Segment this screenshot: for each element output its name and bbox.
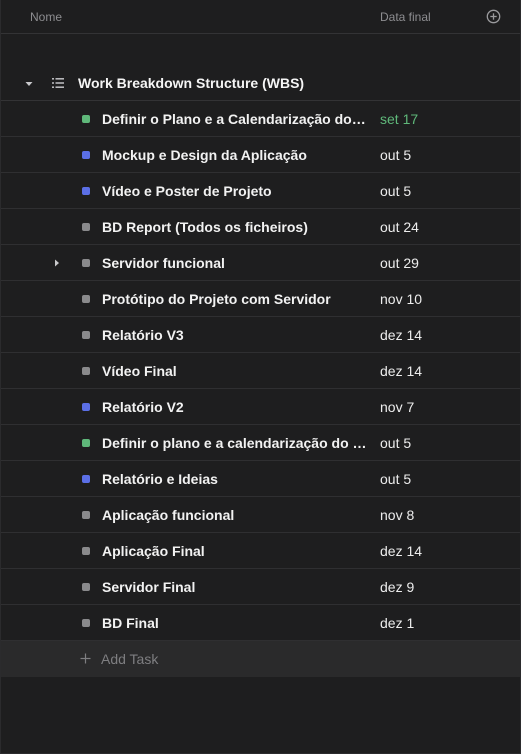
task-status-dot (82, 115, 90, 123)
caret-down-icon[interactable] (24, 79, 34, 89)
task-row[interactable]: Aplicação Final dez 14 (1, 533, 520, 569)
task-due-date[interactable]: dez 9 (380, 579, 414, 595)
task-name-cell[interactable]: Aplicação funcional (69, 497, 370, 532)
task-name[interactable]: Servidor funcional (102, 255, 368, 271)
task-name-cell[interactable]: Relatório V3 (69, 317, 370, 352)
task-due-date[interactable]: nov 10 (380, 291, 422, 307)
task-name[interactable]: Vídeo e Poster de Projeto (102, 183, 368, 199)
task-rows: Definir o Plano e a Calendarização do pr… (1, 101, 520, 641)
task-row[interactable]: BD Final dez 1 (1, 605, 520, 641)
task-status-dot (82, 331, 90, 339)
task-name[interactable]: Servidor Final (102, 579, 368, 595)
task-name-cell[interactable]: Relatório V2 (69, 389, 370, 424)
task-status-dot (82, 151, 90, 159)
task-name[interactable]: Relatório V2 (102, 399, 368, 415)
task-due-date[interactable]: set 17 (380, 111, 418, 127)
task-status-dot (82, 547, 90, 555)
task-due-date[interactable]: out 5 (380, 147, 411, 163)
task-due-date[interactable]: nov 8 (380, 507, 414, 523)
plus-circle-icon[interactable] (486, 9, 501, 24)
task-row[interactable]: Definir o Plano e a Calendarização do pr… (1, 101, 520, 137)
task-status-dot (82, 223, 90, 231)
task-name-cell[interactable]: Servidor funcional (69, 245, 370, 280)
task-name[interactable]: Aplicação Final (102, 543, 368, 559)
task-row[interactable]: BD Report (Todos os ficheiros) out 24 (1, 209, 520, 245)
task-name[interactable]: Relatório e Ideias (102, 471, 368, 487)
task-status-dot (82, 439, 90, 447)
task-due-date[interactable]: dez 14 (380, 543, 422, 559)
task-due-date[interactable]: out 5 (380, 183, 411, 199)
task-name[interactable]: Protótipo do Projeto com Servidor (102, 291, 368, 307)
task-name[interactable]: Definir o Plano e a Calendarização do pr… (102, 111, 368, 127)
due-date-column-header[interactable]: Data final (380, 10, 431, 24)
task-list-panel: Nome Data final Work Breakdown Structure… (0, 0, 521, 754)
task-name-cell[interactable]: Servidor Final (69, 569, 370, 604)
task-name[interactable]: Relatório V3 (102, 327, 368, 343)
task-name-cell[interactable]: Aplicação Final (69, 533, 370, 568)
task-due-date[interactable]: out 5 (380, 435, 411, 451)
task-due-date[interactable]: out 29 (380, 255, 419, 271)
task-row[interactable]: Vídeo Final dez 14 (1, 353, 520, 389)
plus-icon (80, 653, 91, 664)
section-title[interactable]: Work Breakdown Structure (WBS) (78, 75, 304, 91)
task-status-dot (82, 259, 90, 267)
column-header: Nome Data final (1, 0, 520, 34)
task-name-cell[interactable]: Mockup e Design da Aplicação (69, 137, 370, 172)
task-row[interactable]: Relatório V3 dez 14 (1, 317, 520, 353)
task-name[interactable]: Aplicação funcional (102, 507, 368, 523)
task-row[interactable]: Relatório e Ideias out 5 (1, 461, 520, 497)
task-due-date[interactable]: out 5 (380, 471, 411, 487)
task-name-cell[interactable]: Definir o plano e a calendarização do pr… (69, 425, 370, 460)
task-status-dot (82, 187, 90, 195)
task-status-dot (82, 583, 90, 591)
task-name-cell[interactable]: Vídeo e Poster de Projeto (69, 173, 370, 208)
task-due-date[interactable]: dez 14 (380, 363, 422, 379)
task-name-cell[interactable]: Protótipo do Projeto com Servidor (69, 281, 370, 316)
task-row[interactable]: Vídeo e Poster de Projeto out 5 (1, 173, 520, 209)
add-task-button[interactable]: Add Task (1, 641, 520, 677)
task-row[interactable]: Servidor funcional out 29 (1, 245, 520, 281)
task-row[interactable]: Relatório V2 nov 7 (1, 389, 520, 425)
task-status-dot (82, 475, 90, 483)
task-status-dot (82, 511, 90, 519)
task-name-cell[interactable]: Relatório e Ideias (69, 461, 370, 496)
task-status-dot (82, 403, 90, 411)
task-row[interactable]: Servidor Final dez 9 (1, 569, 520, 605)
add-task-label: Add Task (101, 651, 159, 667)
task-due-date[interactable]: out 24 (380, 219, 419, 235)
task-row[interactable]: Mockup e Design da Aplicação out 5 (1, 137, 520, 173)
task-status-dot (82, 619, 90, 627)
task-due-date[interactable]: nov 7 (380, 399, 414, 415)
task-name-cell[interactable]: BD Report (Todos os ficheiros) (69, 209, 370, 244)
task-name-cell[interactable]: Vídeo Final (69, 353, 370, 388)
name-column-header[interactable]: Nome (30, 10, 62, 24)
caret-right-icon[interactable] (53, 258, 61, 268)
task-row[interactable]: Protótipo do Projeto com Servidor nov 10 (1, 281, 520, 317)
task-name[interactable]: Vídeo Final (102, 363, 368, 379)
task-name[interactable]: Definir o plano e a calendarização do pr… (102, 435, 368, 451)
task-name[interactable]: BD Report (Todos os ficheiros) (102, 219, 368, 235)
task-row[interactable]: Aplicação funcional nov 8 (1, 497, 520, 533)
list-icon (52, 78, 64, 88)
task-status-dot (82, 367, 90, 375)
task-name[interactable]: Mockup e Design da Aplicação (102, 147, 368, 163)
task-due-date[interactable]: dez 14 (380, 327, 422, 343)
section-header: Work Breakdown Structure (WBS) (1, 65, 520, 101)
task-status-dot (82, 295, 90, 303)
task-name-cell[interactable]: Definir o Plano e a Calendarização do pr… (69, 101, 370, 136)
task-name[interactable]: BD Final (102, 615, 368, 631)
task-name-cell[interactable]: BD Final (69, 605, 370, 640)
task-row[interactable]: Definir o plano e a calendarização do pr… (1, 425, 520, 461)
task-due-date[interactable]: dez 1 (380, 615, 414, 631)
